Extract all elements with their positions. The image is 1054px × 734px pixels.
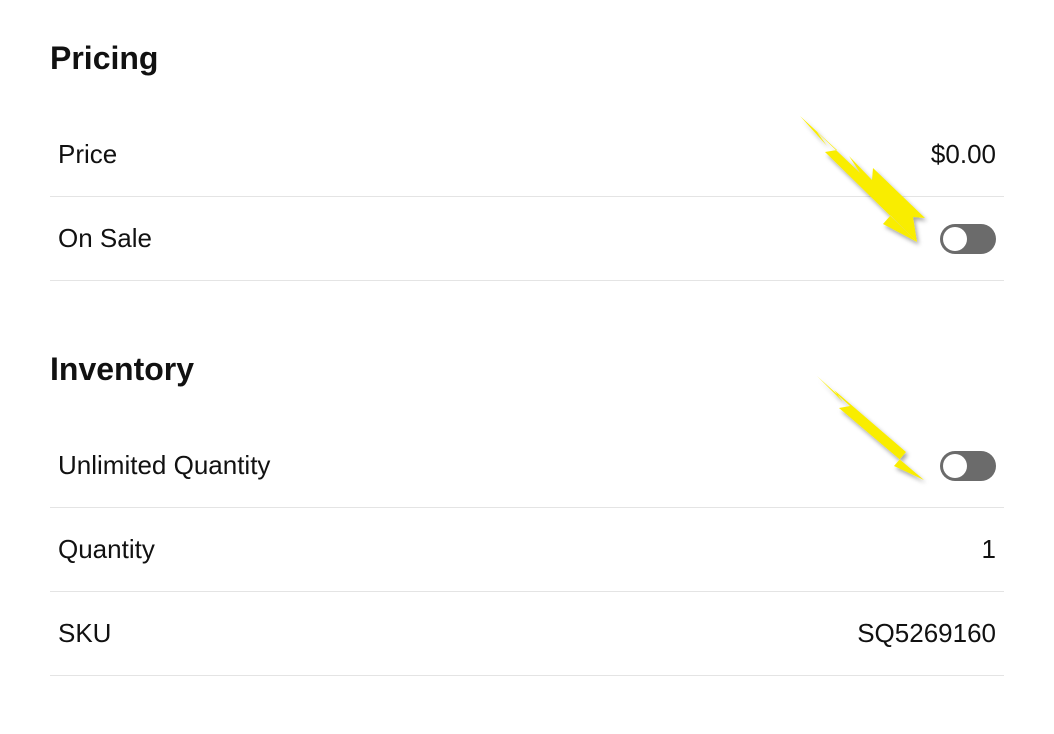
on-sale-label: On Sale	[58, 223, 152, 254]
toggle-knob	[943, 454, 967, 478]
sku-row[interactable]: SKU SQ5269160	[50, 592, 1004, 676]
on-sale-row: On Sale	[50, 197, 1004, 281]
inventory-heading: Inventory	[50, 351, 1004, 388]
price-label: Price	[58, 139, 117, 170]
quantity-value: 1	[982, 534, 996, 565]
unlimited-quantity-toggle[interactable]	[940, 451, 996, 481]
inventory-section: Inventory Unlimited Quantity Quantity 1 …	[50, 351, 1004, 676]
price-value: $0.00	[931, 139, 996, 170]
sku-label: SKU	[58, 618, 111, 649]
price-row[interactable]: Price $0.00	[50, 113, 1004, 197]
quantity-label: Quantity	[58, 534, 155, 565]
sku-value: SQ5269160	[857, 618, 996, 649]
on-sale-toggle[interactable]	[940, 224, 996, 254]
toggle-knob	[943, 227, 967, 251]
quantity-row[interactable]: Quantity 1	[50, 508, 1004, 592]
pricing-heading: Pricing	[50, 40, 1004, 77]
unlimited-quantity-label: Unlimited Quantity	[58, 450, 270, 481]
unlimited-quantity-row: Unlimited Quantity	[50, 424, 1004, 508]
pricing-section: Pricing Price $0.00 On Sale	[50, 40, 1004, 281]
